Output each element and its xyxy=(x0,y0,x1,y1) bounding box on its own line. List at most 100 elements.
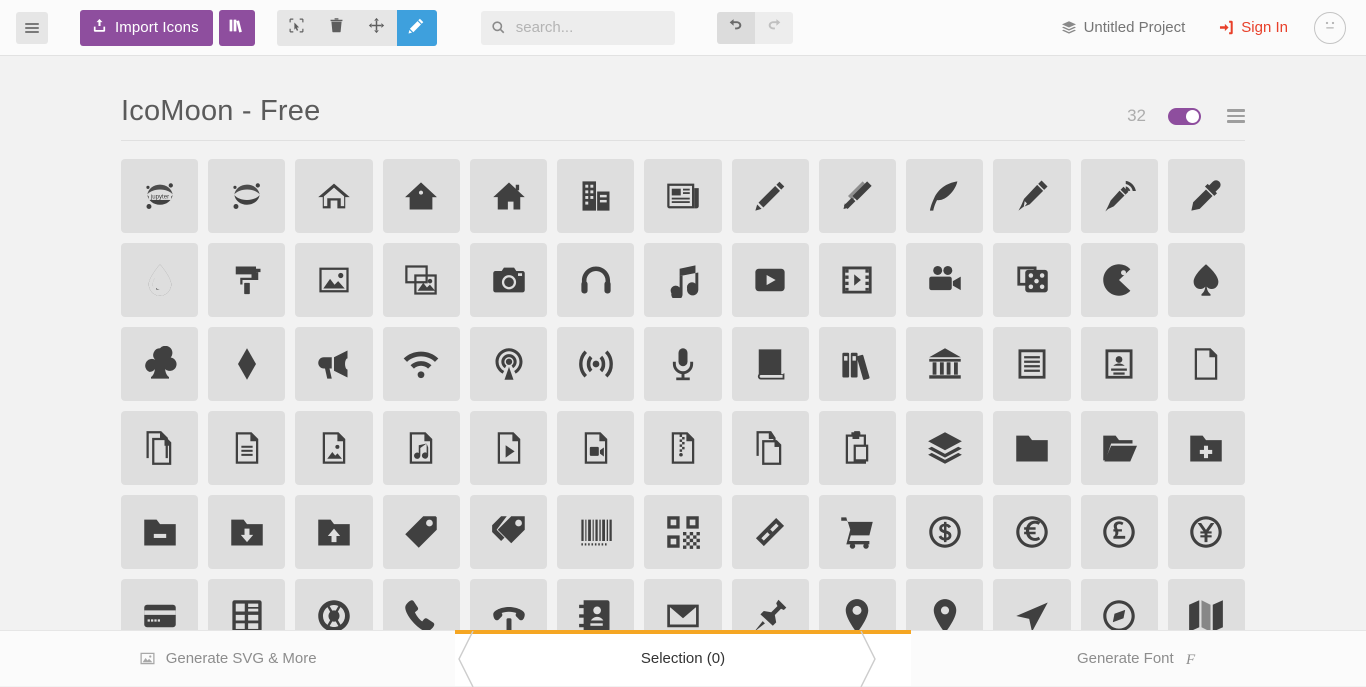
icon-cell[interactable] xyxy=(383,159,460,233)
icon-cell[interactable] xyxy=(993,159,1070,233)
icon-cell[interactable] xyxy=(906,243,983,317)
icon-cell[interactable] xyxy=(557,411,634,485)
icon-cell[interactable] xyxy=(557,327,634,401)
icon-cell[interactable] xyxy=(295,159,372,233)
icon-cell[interactable] xyxy=(121,411,198,485)
icon-cell[interactable] xyxy=(557,159,634,233)
icon-cell[interactable] xyxy=(383,495,460,569)
selection-label: Selection (0) xyxy=(641,650,725,667)
phone-hang-up-icon xyxy=(491,598,527,634)
hamburger-bar xyxy=(1227,120,1245,123)
icon-cell[interactable] xyxy=(906,495,983,569)
icon-cell[interactable] xyxy=(906,159,983,233)
icon-cell[interactable] xyxy=(470,327,547,401)
mic-icon xyxy=(665,346,701,382)
icon-cell[interactable] xyxy=(121,327,198,401)
film-icon xyxy=(839,262,875,298)
icon-cell[interactable] xyxy=(295,495,372,569)
icon-cell[interactable] xyxy=(1081,495,1158,569)
icon-cell[interactable] xyxy=(644,495,721,569)
icon-cell[interactable] xyxy=(993,243,1070,317)
undo-button[interactable] xyxy=(717,12,755,44)
icon-cell[interactable] xyxy=(208,327,285,401)
search-box[interactable] xyxy=(481,11,675,45)
icon-cell[interactable] xyxy=(1081,327,1158,401)
move-arrows-icon xyxy=(368,17,385,39)
icon-cell[interactable] xyxy=(557,495,634,569)
icon-cell[interactable] xyxy=(732,495,809,569)
bullhorn-icon xyxy=(316,346,352,382)
icon-cell[interactable] xyxy=(732,159,809,233)
icon-cell[interactable] xyxy=(732,411,809,485)
pen-icon xyxy=(1014,178,1050,214)
set-visibility-toggle[interactable] xyxy=(1168,108,1201,125)
icon-cell[interactable] xyxy=(906,327,983,401)
icon-cell[interactable] xyxy=(208,411,285,485)
app-menu-button[interactable] xyxy=(16,12,48,44)
move-tool-button[interactable] xyxy=(357,10,397,46)
icon-cell[interactable]: jupyter xyxy=(121,159,198,233)
icon-cell[interactable] xyxy=(295,243,372,317)
icon-cell[interactable] xyxy=(732,243,809,317)
icon-cell[interactable] xyxy=(383,243,460,317)
icon-cell[interactable] xyxy=(819,327,896,401)
icon-cell[interactable] xyxy=(470,411,547,485)
icon-cell[interactable] xyxy=(1081,243,1158,317)
icon-cell[interactable] xyxy=(1168,411,1245,485)
redo-button[interactable] xyxy=(755,12,793,44)
icon-cell[interactable] xyxy=(470,159,547,233)
icon-cell[interactable] xyxy=(1081,411,1158,485)
icon-cell[interactable] xyxy=(819,159,896,233)
envelop-icon xyxy=(665,598,701,634)
icon-cell[interactable] xyxy=(1168,243,1245,317)
icon-cell[interactable] xyxy=(644,159,721,233)
icon-cell[interactable] xyxy=(993,495,1070,569)
delete-tool-button[interactable] xyxy=(317,10,357,46)
project-button[interactable]: Untitled Project xyxy=(1061,19,1186,36)
icon-cell[interactable] xyxy=(208,243,285,317)
video-camera-icon xyxy=(927,262,963,298)
icon-cell[interactable] xyxy=(1168,495,1245,569)
icon-library-button[interactable] xyxy=(219,10,255,46)
import-icons-button[interactable]: Import Icons xyxy=(80,10,213,46)
coin-euro-icon xyxy=(1014,514,1050,550)
icon-cell[interactable] xyxy=(732,327,809,401)
icon-cell[interactable] xyxy=(644,327,721,401)
search-input[interactable] xyxy=(514,18,654,37)
icon-cell[interactable] xyxy=(295,411,372,485)
icon-cell[interactable] xyxy=(644,411,721,485)
file-text2-icon xyxy=(229,430,265,466)
icon-cell[interactable] xyxy=(993,327,1070,401)
icon-cell[interactable] xyxy=(993,411,1070,485)
icon-cell[interactable] xyxy=(121,495,198,569)
icon-cell[interactable] xyxy=(819,243,896,317)
icon-cell[interactable] xyxy=(470,495,547,569)
copy-icon xyxy=(752,430,788,466)
icon-cell[interactable] xyxy=(819,411,896,485)
icon-cell[interactable] xyxy=(383,327,460,401)
jupyter-plain-icon xyxy=(229,178,265,214)
icon-cell[interactable] xyxy=(208,159,285,233)
icon-cell[interactable] xyxy=(1168,327,1245,401)
page-title: IcoMoon - Free xyxy=(121,94,320,128)
selection-tab[interactable]: Selection (0) xyxy=(455,631,910,686)
select-tool-button[interactable] xyxy=(277,10,317,46)
icon-cell[interactable] xyxy=(208,495,285,569)
icon-cell[interactable] xyxy=(906,411,983,485)
icon-cell[interactable] xyxy=(557,243,634,317)
icon-cell[interactable] xyxy=(470,243,547,317)
icon-cell[interactable] xyxy=(383,411,460,485)
icon-cell[interactable] xyxy=(295,327,372,401)
icon-cell[interactable] xyxy=(1081,159,1158,233)
user-avatar[interactable] xyxy=(1314,12,1346,44)
set-menu-button[interactable] xyxy=(1227,106,1245,126)
icon-cell[interactable] xyxy=(1168,159,1245,233)
icon-cell[interactable] xyxy=(644,243,721,317)
icon-cell[interactable] xyxy=(819,495,896,569)
generate-svg-tab[interactable]: Generate SVG & More xyxy=(0,631,455,686)
edit-tool-button[interactable] xyxy=(397,10,437,46)
icon-cell[interactable] xyxy=(121,243,198,317)
price-tag-icon xyxy=(403,514,439,550)
generate-font-tab[interactable]: Generate Font F xyxy=(911,631,1366,686)
sign-in-button[interactable]: Sign In xyxy=(1217,19,1288,36)
